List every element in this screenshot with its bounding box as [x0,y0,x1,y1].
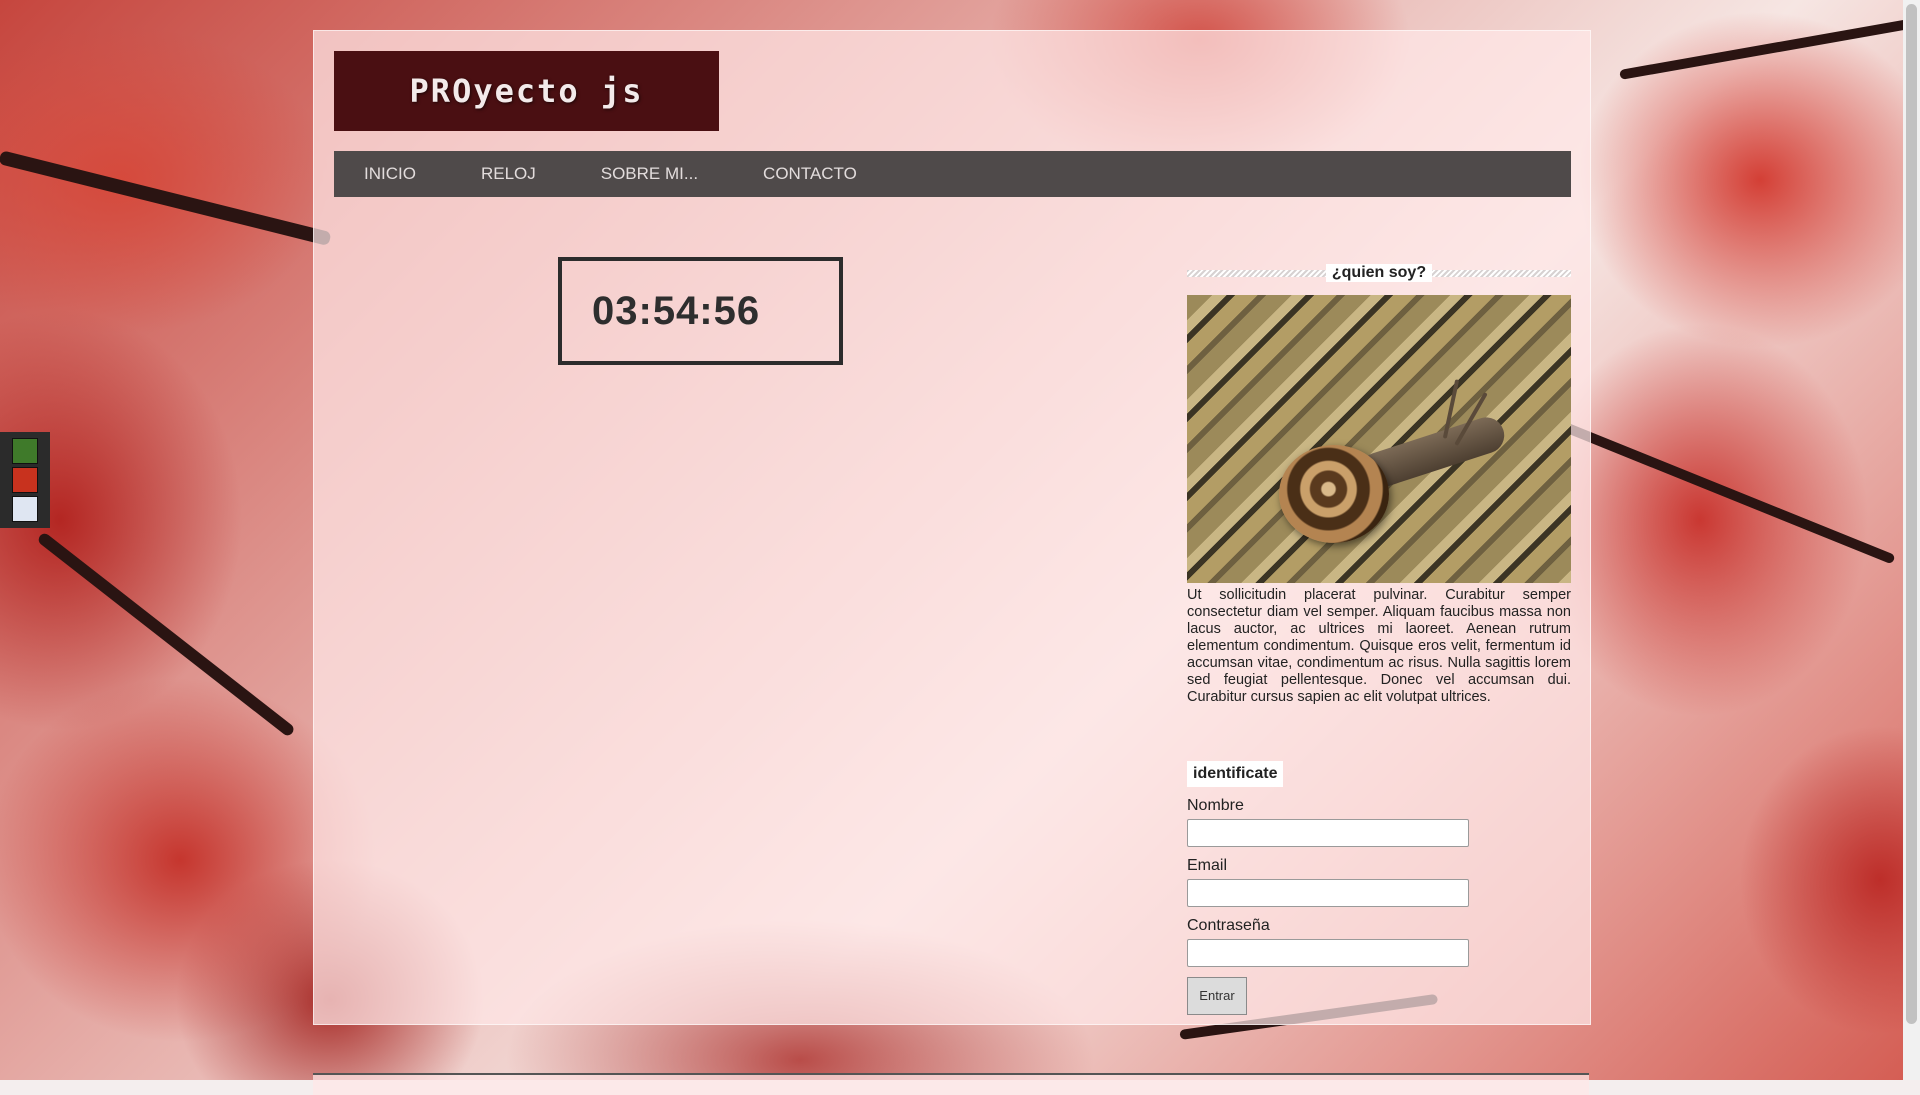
profile-photo [1187,295,1571,583]
scrollbar-thumb[interactable] [1906,4,1917,1024]
theme-swatch-red[interactable] [12,466,38,493]
password-label: Contraseña [1187,916,1270,934]
page-container: PROyecto js INICIO RELOJ SOBRE MI... CON… [313,30,1591,1025]
clock-widget: 03:54:56 [558,257,843,365]
login-form-title: identificate [1187,760,1284,787]
main-nav: INICIO RELOJ SOBRE MI... CONTACTO [334,151,1571,197]
email-label: Email [1187,856,1228,874]
login-form: Nombre Email Contraseña Entrar [1187,797,1571,1015]
login-button[interactable]: Entrar [1187,976,1247,1015]
nav-item-reloj[interactable]: RELOJ [481,164,536,184]
nav-item-contacto[interactable]: CONTACTO [763,164,857,184]
site-logo[interactable]: PROyecto js [334,51,719,131]
name-field[interactable] [1187,818,1469,847]
nav-item-sobre-mi[interactable]: SOBRE MI... [601,164,698,184]
about-text: Ut sollicitudin placerat pulvinar. Curab… [1187,587,1571,705]
page-footer-edge [313,1073,1589,1095]
name-label: Nombre [1187,796,1244,814]
theme-switcher [0,432,50,528]
about-heading: ¿quien soy? [1187,261,1571,285]
nav-item-inicio[interactable]: INICIO [364,164,416,184]
clock-time: 03:54:56 [592,288,761,333]
page-scrollbar[interactable] [1903,0,1920,1080]
theme-swatch-light-blue[interactable] [12,496,38,523]
theme-swatch-green[interactable] [12,437,38,464]
email-field[interactable] [1187,878,1469,907]
sidebar: ¿quien soy? Ut sollicitudin placerat pul… [1187,261,1571,1015]
password-field[interactable] [1187,938,1469,967]
about-heading-text: ¿quien soy? [1325,264,1433,282]
site-title: PROyecto js [409,72,644,110]
